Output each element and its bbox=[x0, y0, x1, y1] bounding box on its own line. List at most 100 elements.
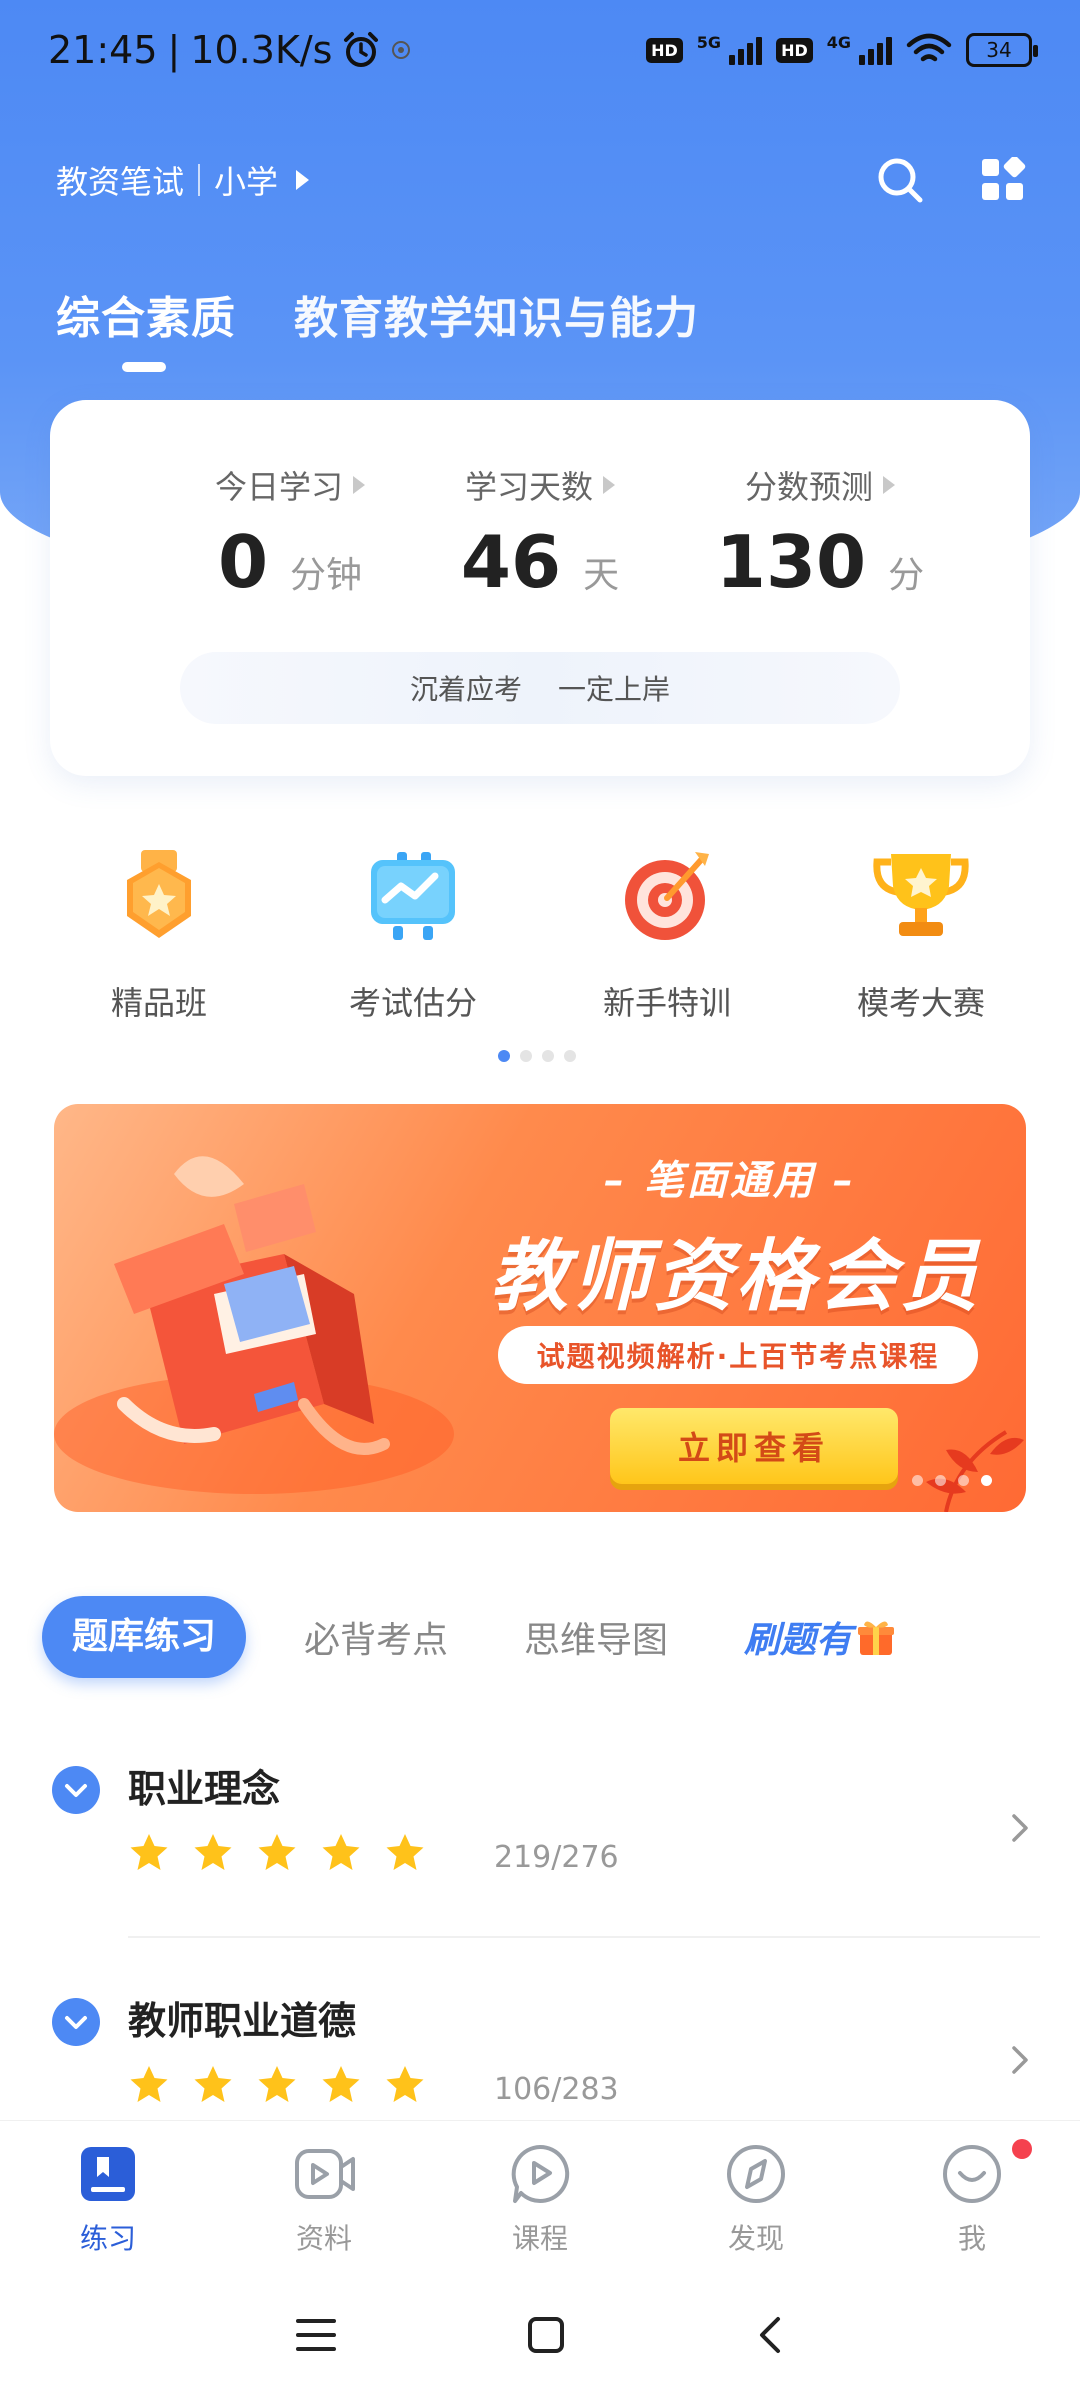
wifi-icon bbox=[906, 33, 952, 62]
quick-entry-premium-class[interactable]: 精品班 bbox=[32, 846, 286, 1024]
stat-value: 0 bbox=[217, 520, 269, 604]
search-icon[interactable] bbox=[876, 156, 924, 204]
stat-value: 46 bbox=[460, 520, 562, 604]
battery-level: 34 bbox=[986, 38, 1012, 62]
banner-view-button[interactable]: 立即查看 bbox=[610, 1408, 898, 1484]
profile-face-icon bbox=[943, 2145, 1001, 2203]
motto-part: 一定上岸 bbox=[558, 673, 671, 706]
chapter-stars bbox=[128, 1832, 426, 1872]
menu-icon[interactable] bbox=[295, 2317, 336, 2353]
tabbar-item-materials[interactable]: 资料 bbox=[216, 2121, 432, 2270]
status-bar: 21:45 | 10.3K/s HD 5G HD 4G 34 bbox=[0, 0, 1080, 100]
motto-part: 沉着应考 bbox=[409, 673, 522, 706]
tab-key-points[interactable]: 必背考点 bbox=[304, 1611, 448, 1663]
pager-dot bbox=[958, 1475, 969, 1486]
stat-unit: 分钟 bbox=[290, 555, 363, 596]
pager-dot bbox=[542, 1050, 554, 1062]
status-speed: 10.3K/s bbox=[190, 28, 333, 72]
tab-practice-reward[interactable]: 刷题有 bbox=[744, 1611, 896, 1663]
tabbar-item-discover[interactable]: 发现 bbox=[648, 2121, 864, 2270]
tabbar-label: 我 bbox=[957, 2222, 986, 2255]
chevron-right-icon[interactable] bbox=[1008, 2042, 1032, 2078]
pager-dot-active bbox=[981, 1475, 992, 1486]
chevron-down-icon[interactable] bbox=[52, 1766, 100, 1814]
banner-tagline: 试题视频解析·上百节考点课程 bbox=[498, 1326, 978, 1384]
caret-right-icon bbox=[883, 476, 895, 494]
top-nav: 教资笔试 小学 bbox=[56, 148, 1026, 212]
video-material-icon bbox=[295, 2149, 355, 2199]
caret-right-icon bbox=[603, 476, 615, 494]
course-play-icon bbox=[511, 2144, 570, 2203]
trophy-icon bbox=[873, 854, 969, 936]
quick-entry-label: 模考大赛 bbox=[856, 984, 985, 1022]
practice-tabs: 题库练习 必背考点 思维导图 刷题有 bbox=[42, 1596, 1042, 1678]
stat-label: 学习天数 bbox=[464, 468, 593, 506]
battery-icon: 34 bbox=[966, 33, 1038, 67]
caret-right-icon bbox=[353, 476, 365, 494]
exam-selector[interactable]: 教资笔试 小学 bbox=[56, 157, 310, 203]
pager-dot bbox=[935, 1475, 946, 1486]
tab-question-bank[interactable]: 题库练习 bbox=[42, 1596, 247, 1678]
tab-subject-comprehensive[interactable]: 综合素质 bbox=[56, 282, 236, 372]
star-icon bbox=[258, 2066, 296, 2102]
star-icon bbox=[386, 1834, 424, 1870]
gift-icon bbox=[858, 1621, 895, 1655]
star-icon bbox=[130, 1834, 168, 1870]
chapter-progress: 219/276 bbox=[494, 1840, 619, 1875]
chevron-right-icon[interactable] bbox=[1008, 1810, 1032, 1846]
stat-value: 130 bbox=[715, 520, 867, 604]
pager-dot-active bbox=[498, 1050, 510, 1062]
motto-banner: 沉着应考 一定上岸 bbox=[180, 652, 900, 724]
exam-level: 小学 bbox=[214, 163, 279, 201]
pager-dot bbox=[520, 1050, 532, 1062]
chapter-item-professional-concept[interactable]: 职业理念 219/276 bbox=[52, 1746, 1042, 1926]
status-time: 21:45 bbox=[48, 28, 158, 72]
chevron-down-icon[interactable] bbox=[52, 1998, 100, 2046]
tab-subject-education-knowledge[interactable]: 教育教学知识与能力 bbox=[294, 282, 699, 346]
star-icon bbox=[258, 1834, 296, 1870]
quick-entry-score-estimate[interactable]: 考试估分 bbox=[286, 846, 540, 1024]
membership-banner[interactable]: – 笔面通用 – 教师资格会员 试题视频解析·上百节考点课程 立即查看 bbox=[54, 1104, 1026, 1512]
notification-dot-icon bbox=[392, 41, 411, 59]
subject-tabs: 综合素质 教育教学知识与能力 bbox=[56, 282, 699, 372]
status-divider: | bbox=[167, 28, 181, 72]
tabbar-label: 发现 bbox=[727, 2222, 784, 2255]
exam-separator bbox=[198, 164, 201, 196]
gift-box-illustration bbox=[54, 1156, 454, 1494]
network-5g-label: 5G bbox=[696, 33, 722, 52]
medal-icon bbox=[127, 850, 191, 938]
compass-icon bbox=[727, 2145, 785, 2203]
stat-label: 分数预测 bbox=[744, 468, 873, 506]
target-icon bbox=[625, 852, 709, 940]
caret-right-icon bbox=[296, 170, 310, 190]
quick-entry-beginner-training[interactable]: 新手特训 bbox=[540, 846, 794, 1024]
list-divider bbox=[128, 1936, 1040, 1938]
signal-icon-2 bbox=[859, 35, 892, 65]
back-icon[interactable] bbox=[756, 2315, 784, 2355]
star-icon bbox=[322, 1834, 360, 1870]
hd-badge: HD bbox=[646, 37, 683, 63]
stat-label: 今日学习 bbox=[214, 468, 343, 506]
tabbar-item-practice[interactable]: 练习 bbox=[0, 2121, 216, 2270]
bottom-tab-bar: 练习 资料 课程 发现 我 bbox=[0, 2120, 1080, 2270]
chapter-stars bbox=[128, 2064, 426, 2104]
tabbar-item-me[interactable]: 我 bbox=[864, 2121, 1080, 2270]
tabbar-item-courses[interactable]: 课程 bbox=[432, 2121, 648, 2270]
quick-entry-label: 新手特训 bbox=[602, 984, 731, 1022]
tabbar-label: 资料 bbox=[295, 2222, 352, 2255]
home-icon[interactable] bbox=[527, 2316, 565, 2354]
banner-pager bbox=[912, 1475, 992, 1486]
network-4g-label: 4G bbox=[826, 33, 851, 52]
chapter-title: 职业理念 bbox=[128, 1767, 281, 1811]
signal-icon bbox=[729, 35, 763, 65]
hd-badge-2: HD bbox=[776, 37, 813, 63]
quick-entry-pager bbox=[498, 1050, 576, 1062]
quick-entry-mock-contest[interactable]: 模考大赛 bbox=[794, 846, 1048, 1024]
star-icon bbox=[194, 1834, 232, 1870]
star-icon bbox=[386, 2066, 424, 2102]
alarm-icon bbox=[344, 32, 379, 67]
apps-grid-icon[interactable] bbox=[980, 157, 1026, 203]
system-navigation-bar bbox=[0, 2270, 1080, 2400]
tab-mind-map[interactable]: 思维导图 bbox=[524, 1611, 668, 1663]
exam-name: 教资笔试 bbox=[56, 163, 185, 201]
